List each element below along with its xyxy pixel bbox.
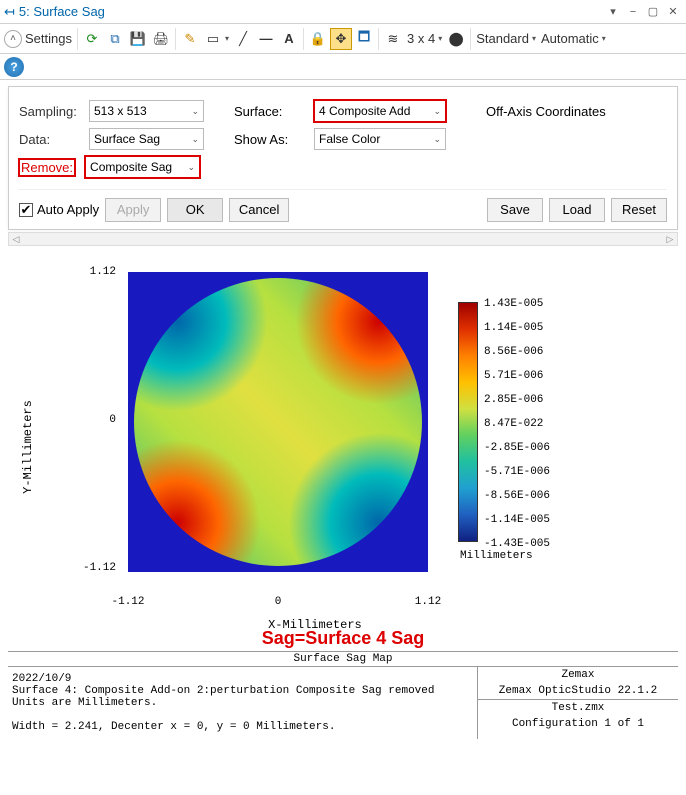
lock-icon[interactable]: 🔒 [307,28,329,50]
main-toolbar: ˄ Settings ⟳ ⧉ 💾 🖨 ✎ ▭▾ ╱ — A 🔒 ✥ 🗖 ≋ 3 … [0,24,686,54]
scroll-left-icon[interactable]: ◁ [9,233,23,245]
print-icon[interactable]: 🖨 [150,28,172,50]
colorbar-tick: 2.85E-006 [484,394,543,406]
title-bar: ↤ 5: Surface Sag ▾ − ▢ ✕ [0,0,686,24]
colorbar-tick: -5.71E-006 [484,466,550,478]
load-button[interactable]: Load [549,198,605,222]
window-title: 5: Surface Sag [19,4,604,19]
auto-apply-checkbox[interactable]: ✔ Auto Apply [19,202,99,217]
check-icon: ✔ [19,203,33,217]
footer: 2022/10/9 Surface 4: Composite Add-on 2:… [8,667,678,739]
colorbar-tick: -1.43E-005 [484,538,550,550]
colorbar [458,302,478,542]
settings-panel: Sampling: 513 x 513⌄ Surface: 4 Composit… [8,86,678,230]
gear-icon[interactable]: ⬤ [445,28,467,50]
colorbar-unit: Millimeters [460,550,533,562]
x-tick: 0 [275,596,282,608]
undock-icon[interactable]: ↤ [4,4,15,20]
close-button[interactable]: ✕ [664,4,682,20]
sampling-dropdown[interactable]: 513 x 513⌄ [89,100,204,122]
colorbar-tick: -1.14E-005 [484,514,550,526]
refresh-icon[interactable]: ⟳ [81,28,103,50]
layers-icon[interactable]: ≋ [382,28,404,50]
surface-label: Surface: [234,104,314,119]
colorbar-tick: 1.43E-005 [484,298,543,310]
save-button[interactable]: Save [487,198,543,222]
reset-button[interactable]: Reset [611,198,667,222]
ok-button[interactable]: OK [167,198,223,222]
surface-plot[interactable] [128,272,428,572]
colorbar-tick: -8.56E-006 [484,490,550,502]
collapse-settings-button[interactable]: ˄ [4,30,22,48]
x-tick: -1.12 [111,596,144,608]
y-tick: 1.12 [76,266,116,278]
surface-dropdown[interactable]: 4 Composite Add⌄ [314,100,446,122]
horizontal-scrollbar[interactable]: ◁ ▷ [8,232,678,246]
settings-button[interactable]: Settings [23,31,74,46]
help-icon[interactable]: ? [4,57,24,77]
arrow-icon[interactable]: — [255,28,277,50]
text-icon[interactable]: A [278,28,300,50]
y-tick: -1.12 [76,562,116,574]
pencil-icon[interactable]: ✎ [179,28,201,50]
y-tick: 0 [76,414,116,426]
apply-button[interactable]: Apply [105,198,161,222]
showas-label: Show As: [234,132,314,147]
showas-dropdown[interactable]: False Color⌄ [314,128,446,150]
dropdown-icon[interactable]: ▾ [604,4,622,20]
x-tick: 1.12 [415,596,441,608]
colorbar-tick: 8.47E-022 [484,418,543,430]
save-icon[interactable]: 💾 [127,28,149,50]
data-label: Data: [19,132,89,147]
scroll-right-icon[interactable]: ▷ [663,233,677,245]
standard-dropdown[interactable]: Standard [474,31,531,46]
window-icon[interactable]: 🗖 [353,28,375,50]
footer-vendor: Zemax [478,667,678,683]
chart-area: Y-Millimeters 1.12 0 -1.12 -1.12 0 1.12 … [8,262,678,632]
rectangle-icon[interactable]: ▭ [202,28,224,50]
copy-icon[interactable]: ⧉ [104,28,126,50]
colorbar-tick: 8.56E-006 [484,346,543,358]
secondary-toolbar: ? [0,54,686,80]
line-icon[interactable]: ╱ [232,28,254,50]
footer-config: Configuration 1 of 1 [478,716,678,732]
colorbar-tick: -2.85E-006 [484,442,550,454]
sampling-label: Sampling: [19,104,89,119]
y-axis-label: Y-Millimeters [21,400,35,494]
x-axis-label: X-Millimeters [268,618,362,632]
minimize-button[interactable]: − [624,4,642,20]
automatic-dropdown[interactable]: Automatic [539,31,601,46]
footer-file: Test.zmx [478,699,678,716]
footer-info: 2022/10/9 Surface 4: Composite Add-on 2:… [8,667,478,739]
remove-dropdown[interactable]: Composite Sag⌄ [85,156,200,178]
footer-title: Surface Sag Map [8,651,678,667]
offaxis-label: Off-Axis Coordinates [486,104,606,119]
zoom-fit-icon[interactable]: ✥ [330,28,352,50]
grid-layout-button[interactable]: 3 x 4 [405,31,437,46]
colorbar-tick: 5.71E-006 [484,370,543,382]
colorbar-tick: 1.14E-005 [484,322,543,334]
data-dropdown[interactable]: Surface Sag⌄ [89,128,204,150]
restore-button[interactable]: ▢ [644,4,662,20]
remove-label: Remove: [19,159,75,176]
cancel-button[interactable]: Cancel [229,198,289,222]
footer-product: Zemax OpticStudio 22.1.2 [478,683,678,699]
